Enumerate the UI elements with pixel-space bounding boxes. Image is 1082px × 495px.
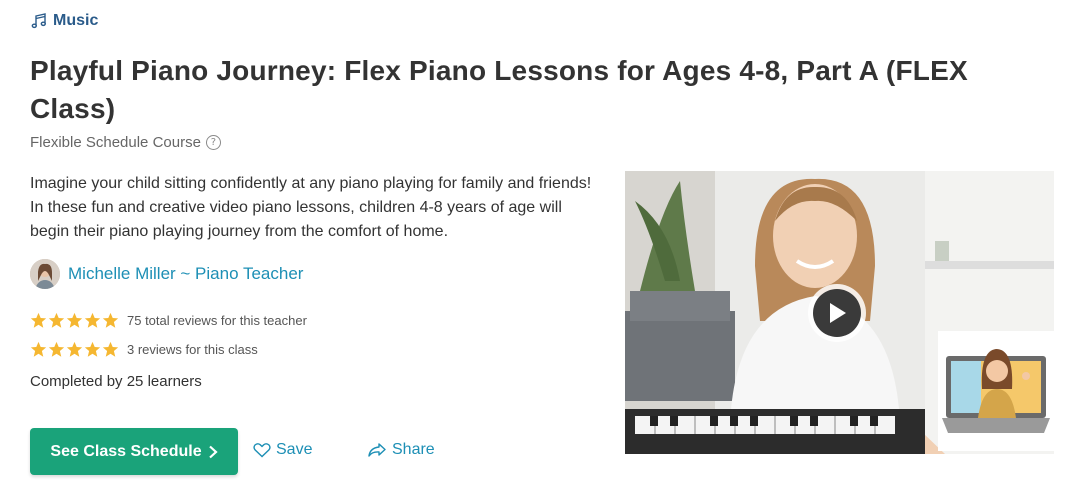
star-icon xyxy=(48,312,65,328)
share-label: Share xyxy=(392,441,435,458)
avatar[interactable] xyxy=(30,259,60,289)
teacher-name[interactable]: Michelle Miller ~ Piano Teacher xyxy=(68,264,303,284)
star-icon xyxy=(30,312,47,328)
class-video-thumbnail[interactable] xyxy=(625,171,1054,454)
completed-count: Completed by 25 learners xyxy=(30,373,202,390)
star-icon xyxy=(66,341,83,357)
teacher-link[interactable]: Michelle Miller ~ Piano Teacher xyxy=(30,259,303,289)
class-review-count[interactable]: 3 reviews for this class xyxy=(127,342,258,357)
chevron-right-icon xyxy=(208,445,218,458)
question-circle-icon[interactable]: ? xyxy=(205,135,221,150)
play-icon xyxy=(813,289,861,337)
course-type: Flexible Schedule Course ? xyxy=(30,134,221,151)
play-button[interactable] xyxy=(808,284,866,342)
share-button[interactable]: Share xyxy=(367,441,435,459)
star-icon xyxy=(48,341,65,357)
star-rating xyxy=(30,312,119,329)
see-class-schedule-button[interactable]: See Class Schedule xyxy=(30,428,238,475)
save-label: Save xyxy=(276,441,313,458)
star-icon xyxy=(102,312,119,328)
laptop-bitmoji-icon xyxy=(942,349,1050,433)
teacher-bitmoji-inset xyxy=(938,331,1054,451)
page-title: Playful Piano Journey: Flex Piano Lesson… xyxy=(30,55,968,124)
course-type-label: Flexible Schedule Course xyxy=(30,134,201,151)
category-label: Music xyxy=(53,12,99,29)
music-note-icon xyxy=(31,13,47,29)
star-icon xyxy=(102,341,119,357)
teacher-rating: 75 total reviews for this teacher xyxy=(30,312,307,329)
star-icon xyxy=(30,341,47,357)
teacher-review-count[interactable]: 75 total reviews for this teacher xyxy=(127,313,307,328)
class-rating: 3 reviews for this class xyxy=(30,341,258,358)
heart-icon xyxy=(253,443,271,458)
star-icon xyxy=(84,312,101,328)
category-breadcrumb[interactable]: Music xyxy=(31,12,98,30)
class-description: Imagine your child sitting confidently a… xyxy=(30,175,592,240)
star-icon xyxy=(66,312,83,328)
share-arrow-icon xyxy=(368,443,386,457)
star-icon xyxy=(84,341,101,357)
star-rating xyxy=(30,341,119,358)
save-button[interactable]: Save xyxy=(253,441,312,459)
see-class-schedule-label: See Class Schedule xyxy=(50,442,202,460)
